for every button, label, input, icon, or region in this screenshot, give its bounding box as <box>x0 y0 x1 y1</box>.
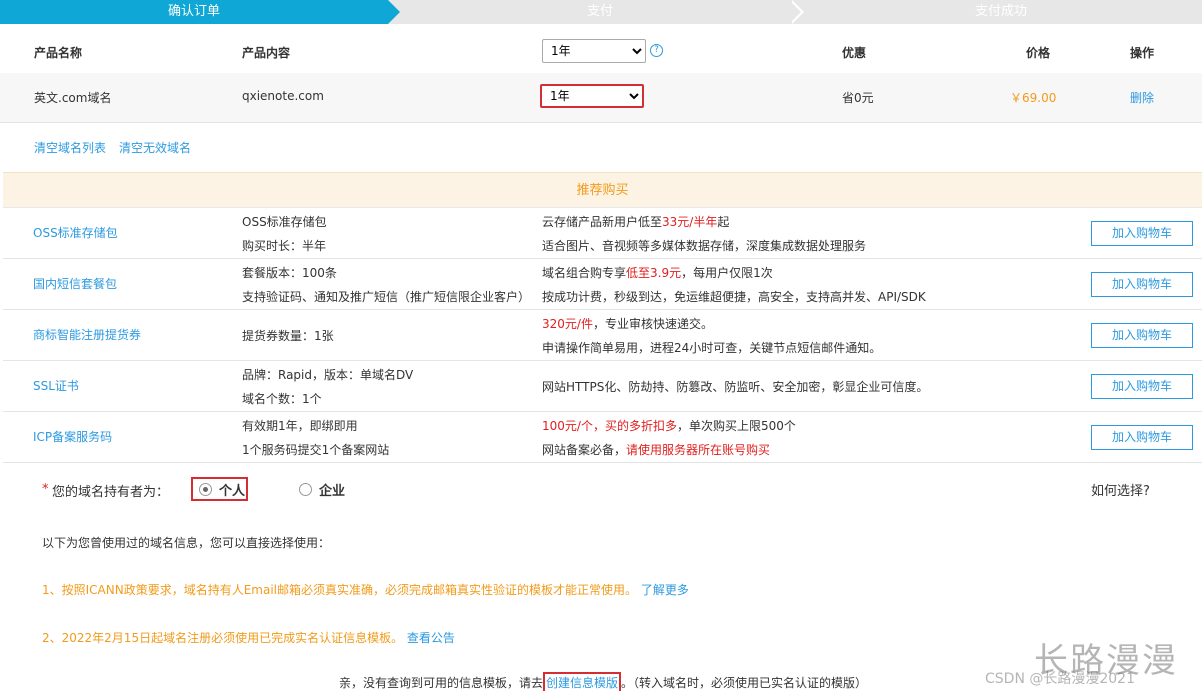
recommend-item-detail-1: 套餐版本：100条 <box>242 266 337 280</box>
promo-text: 网站备案必备， <box>542 443 627 457</box>
header-price: 价格 <box>1026 46 1051 60</box>
company-radio[interactable] <box>299 483 312 496</box>
recommend-item-desc: 申请操作简单易用，进程24小时可查，关键节点短信邮件通知。 <box>542 341 882 355</box>
promo-text: ，单次购买上限500个 <box>676 419 796 433</box>
icann-notice: 1、按照ICANN政策要求，域名持有人Email邮箱必须真实准确，必须完成邮箱真… <box>42 581 689 598</box>
promo-highlight: 低至3.9元 <box>626 266 682 280</box>
promo-text: 域名组合购专享 <box>542 266 627 280</box>
create-template-link[interactable]: 创建信息模版 <box>543 672 622 691</box>
promo-highlight: 请使用服务器所在账号购买 <box>626 443 771 457</box>
recommend-item-promo: 100元/个，买的多折扣多，单次购买上限500个 <box>542 417 796 434</box>
recommend-row-trademark: 商标智能注册提货券 提货券数量：1张 320元/件，专业审核快速递交。 申请操作… <box>3 310 1202 361</box>
how-to-choose-link[interactable]: 如何选择? <box>1091 480 1150 499</box>
recommend-row-ssl: SSL证书 品牌：Rapid，版本：单域名DV 域名个数：1个 网站HTTPS化… <box>3 361 1202 412</box>
recommend-item-name[interactable]: 商标智能注册提货券 <box>33 326 141 343</box>
promo-highlight: 33元/半年 <box>662 215 718 229</box>
realname-notice-text: 2、2022年2月15日起域名注册必须使用已完成实名认证信息模板。 <box>42 631 404 645</box>
delete-link[interactable]: 删除 <box>1130 89 1154 106</box>
recommend-row-icp: ICP备案服务码 有效期1年，即绑即用 1个服务码提交1个备案网站 100元/个… <box>3 412 1202 463</box>
holder-label: 您的域名持有者为： <box>52 485 170 500</box>
recommend-item-detail-2: 1个服务码提交1个备案网站 <box>242 443 390 457</box>
add-to-cart-button[interactable]: 加入购物车 <box>1091 221 1193 246</box>
realname-notice: 2、2022年2月15日起域名注册必须使用已完成实名认证信息模板。 查看公告 <box>42 629 455 646</box>
recommend-item-detail-1: 有效期1年，即绑即用 <box>242 419 358 433</box>
personal-option-label[interactable]: 个人 <box>219 480 245 499</box>
recommend-item-promo: 320元/件，专业审核快速递交。 <box>542 315 713 332</box>
recommend-item-name[interactable]: OSS标准存储包 <box>33 224 118 241</box>
recommend-row-oss: OSS标准存储包 OSS标准存储包 购买时长：半年 云存储产品新用户低至33元/… <box>3 208 1202 259</box>
row-product-content: qxienote.com <box>242 89 324 103</box>
promo-text: 起 <box>717 215 730 229</box>
recommend-item-detail-2: 购买时长：半年 <box>242 239 327 253</box>
recommend-row-sms: 国内短信套餐包 套餐版本：100条 支持验证码、通知及推广短信（推广短信限企业客… <box>3 259 1202 310</box>
header-period-select[interactable]: 1年 2年 3年 5年 10年 <box>542 39 646 63</box>
step-arrow <box>388 0 400 24</box>
promo-text: ，专业审核快速递交。 <box>592 317 713 331</box>
recommend-item-detail-2: 域名个数：1个 <box>242 392 322 406</box>
header-action: 操作 <box>1130 46 1155 60</box>
no-template-text: 亲，没有查询到可用的信息模板，请去 创建信息模版 。（转入域名时，必须使用已实名认证… <box>339 672 867 691</box>
add-to-cart-button[interactable]: 加入购物车 <box>1091 272 1193 297</box>
recommend-header: 推荐购买 <box>3 172 1202 208</box>
row-product-name: 英文.com域名 <box>34 91 112 105</box>
clear-invalid-domains-link[interactable]: 清空无效域名 <box>119 139 191 156</box>
big-watermark: 长路漫漫 <box>1034 641 1178 681</box>
recommend-item-name[interactable]: ICP备案服务码 <box>33 428 112 445</box>
row-period-select[interactable]: 1年 <box>540 84 644 108</box>
row-discount: 省0元 <box>842 91 874 105</box>
clear-domain-list-link[interactable]: 清空域名列表 <box>34 139 106 156</box>
learn-more-link[interactable]: 了解更多 <box>641 583 689 597</box>
checkout-steps: 确认订单 支付 支付成功 <box>0 0 1202 24</box>
view-announcement-link[interactable]: 查看公告 <box>407 631 455 645</box>
promo-highlight: 320元/件 <box>542 317 593 331</box>
add-to-cart-button[interactable]: 加入购物车 <box>1091 425 1193 450</box>
add-to-cart-button[interactable]: 加入购物车 <box>1091 323 1193 348</box>
no-template-pre: 亲，没有查询到可用的信息模板，请去 <box>339 676 544 690</box>
step-confirm-order: 确认订单 <box>0 0 388 24</box>
icann-notice-text: 1、按照ICANN政策要求，域名持有人Email邮箱必须真实准确，必须完成邮箱真… <box>42 583 638 597</box>
company-option-label[interactable]: 企业 <box>319 480 345 499</box>
add-to-cart-button[interactable]: 加入购物车 <box>1091 374 1193 399</box>
domain-holder-section: * 您的域名持有者为： 个人 企业 如何选择? 以下为您曾使用过的域名信息，您可… <box>0 463 1202 691</box>
recommend-item-promo: 云存储产品新用户低至33元/半年起 <box>542 213 729 230</box>
promo-highlight: 100元/个，买的多折扣多 <box>542 419 677 433</box>
personal-radio[interactable] <box>199 483 212 496</box>
recommend-item-name[interactable]: SSL证书 <box>33 377 79 394</box>
recommend-item-detail-2: 支持验证码、通知及推广短信（推广短信限企业客户） <box>242 290 531 304</box>
header-discount: 优惠 <box>842 46 867 60</box>
product-row: 英文.com域名 qxienote.com 1年 省0元 ￥69.00 删除 <box>0 73 1202 123</box>
recommend-item-desc: 适合图片、音视频等多媒体数据存储，深度集成数据处理服务 <box>542 239 867 253</box>
header-product-name: 产品名称 <box>34 46 83 60</box>
recommend-item-desc: 网站备案必备，请使用服务器所在账号购买 <box>542 441 770 458</box>
step-pay-success: 支付成功 <box>974 4 1027 19</box>
promo-text: ，每用户仅限1次 <box>681 266 773 280</box>
used-info-text: 以下为您曾使用过的域名信息，您可以直接选择使用： <box>42 536 331 550</box>
promo-text: 云存储产品新用户低至 <box>542 215 663 229</box>
recommend-item-promo: 域名组合购专享低至3.9元，每用户仅限1次 <box>542 264 773 281</box>
step-pay: 支付 <box>586 4 613 19</box>
recommend-item-desc: 网站HTTPS化、防劫持、防篡改、防监听、安全加密，彰显企业可信度。 <box>542 380 929 394</box>
recommend-item-detail-1: OSS标准存储包 <box>242 215 327 229</box>
required-mark: * <box>42 482 49 497</box>
help-icon[interactable]: ? <box>650 44 663 57</box>
recommend-item-detail: 提货券数量：1张 <box>242 329 334 343</box>
header-product-content: 产品内容 <box>242 46 291 60</box>
product-table-header: 产品名称 产品内容 1年 2年 3年 5年 10年 ? 优惠 价格 操作 <box>0 27 1202 73</box>
recommend-item-desc: 按成功计费，秒级到达，免运维超便捷，高安全，支持高并发、API/SDK <box>542 290 926 304</box>
recommend-item-detail-1: 品牌：Rapid，版本：单域名DV <box>242 368 414 382</box>
no-template-post: 。（转入域名时，必须使用已实名认证的模版） <box>621 676 868 690</box>
recommend-item-name[interactable]: 国内短信套餐包 <box>33 275 117 292</box>
row-price: ￥69.00 <box>1010 91 1057 105</box>
